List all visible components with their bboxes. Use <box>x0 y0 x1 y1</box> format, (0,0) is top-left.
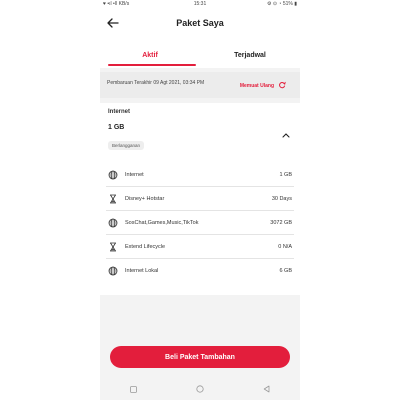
benefit-value: 1 GB <box>279 171 292 178</box>
recents-button[interactable] <box>129 380 137 398</box>
status-bar: ♥ •ıl •Il KB/s 15:31 ⚙ ⊙ ◔ 51% ▮ <box>100 0 300 8</box>
refresh-icon <box>278 81 286 91</box>
benefit-name: Disney+ Hotstar <box>125 195 165 202</box>
list-item: Disney+ Hotstar 30 Days <box>106 187 294 211</box>
hourglass-icon <box>108 242 118 252</box>
benefit-list: Internet 1 GB Disney+ Hotstar 30 Days So… <box>106 163 294 283</box>
triangle-back-icon <box>264 385 270 393</box>
hourglass-icon <box>108 194 118 204</box>
benefit-value: 6 GB <box>279 268 292 274</box>
last-update-text: Pembaruan Terakhir 09 Agt 2021, 03:34 PM <box>107 80 205 86</box>
tab-bar: Aktif Terjadwal <box>100 48 300 70</box>
phone-screen: ♥ •ıl •Il KB/s 15:31 ⚙ ⊙ ◔ 51% ▮ Paket S… <box>100 0 300 400</box>
page-title: Paket Saya <box>176 18 224 28</box>
benefit-value: 0 N/A <box>278 243 292 250</box>
package-card: Internet 1 GB Berlangganan Internet 1 GB… <box>100 103 300 295</box>
benefit-name: SosChat,Games,Music,TikTok <box>125 219 199 226</box>
benefit-value: 3072 GB <box>270 219 292 226</box>
list-item: Extend Lifecycle 0 N/A <box>106 235 294 259</box>
package-amount: 1 GB <box>108 124 125 131</box>
list-item: SosChat,Games,Music,TikTok 3072 GB <box>106 211 294 235</box>
refresh-label: Memuat Ulang <box>239 83 274 89</box>
benefit-name: Internet <box>125 171 144 178</box>
circle-icon <box>196 385 204 393</box>
status-time: 15:31 <box>193 1 207 7</box>
app-header: Paket Saya Aktif Terjadwal <box>100 8 300 68</box>
list-item: Internet Lokal 6 GB <box>106 259 294 283</box>
globe-icon <box>108 266 118 276</box>
refresh-button[interactable]: Memuat Ulang <box>240 81 286 91</box>
system-nav-bar <box>100 378 300 400</box>
globe-icon <box>108 170 118 180</box>
buy-addon-button[interactable]: Beli Paket Tambahan <box>110 346 290 368</box>
update-info-bar: Pembaruan Terakhir 09 Agt 2021, 03:34 PM… <box>100 72 300 98</box>
package-category: Internet <box>108 109 131 115</box>
benefit-value: 30 Days <box>271 195 292 202</box>
square-icon <box>129 386 137 393</box>
tab-terjadwal[interactable]: Terjadwal <box>200 48 300 70</box>
list-item: Internet 1 GB <box>106 163 294 187</box>
back-nav-button[interactable] <box>263 380 270 398</box>
subscription-badge: Berlangganan <box>108 141 145 150</box>
chevron-up-icon[interactable] <box>282 125 290 143</box>
tab-aktif[interactable]: Aktif <box>100 48 200 70</box>
benefit-name: Internet Lokal <box>125 268 159 274</box>
globe-icon <box>108 218 118 228</box>
home-button[interactable] <box>196 380 204 398</box>
benefit-name: Extend Lifecycle <box>125 243 166 250</box>
